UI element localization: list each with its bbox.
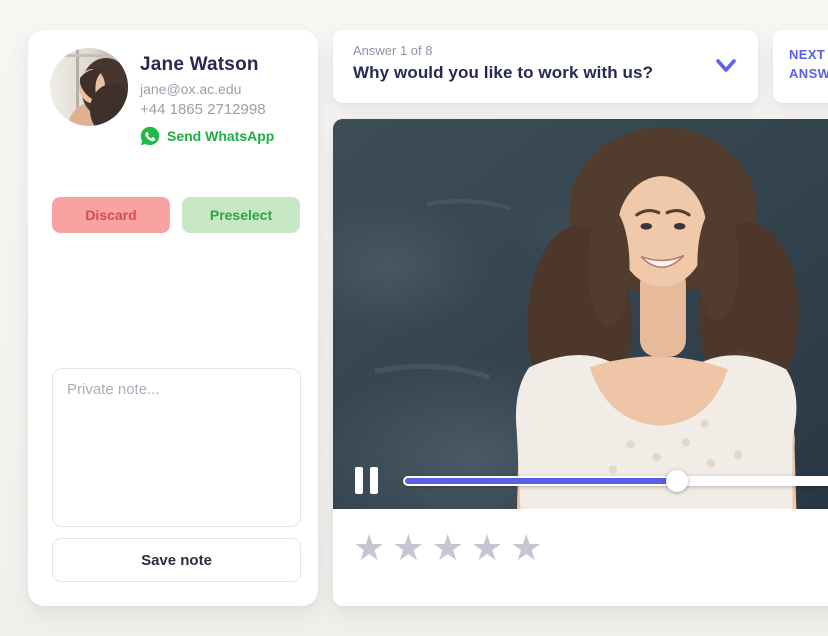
decision-buttons: Discard Preselect xyxy=(52,197,300,233)
send-whatsapp-link[interactable]: Send WhatsApp xyxy=(140,126,310,146)
save-note-button[interactable]: Save note xyxy=(52,538,301,582)
star-icon[interactable]: ★ xyxy=(432,529,464,567)
candidate-email: jane@ox.ac.edu xyxy=(140,81,310,97)
progress-bar[interactable] xyxy=(403,476,828,486)
star-icon[interactable]: ★ xyxy=(471,529,503,567)
candidate-name: Jane Watson xyxy=(140,54,310,76)
star-rating: ★★★★★ xyxy=(353,529,542,567)
pause-icon xyxy=(370,467,378,494)
pause-button[interactable] xyxy=(355,467,381,495)
star-icon[interactable]: ★ xyxy=(510,529,542,567)
video-player[interactable] xyxy=(333,119,828,509)
whatsapp-icon xyxy=(140,126,160,146)
video-card: ★★★★★ xyxy=(333,119,828,606)
next-answer-button[interactable]: NEXT ANSWER xyxy=(773,30,828,103)
discard-button[interactable]: Discard xyxy=(52,197,170,233)
question-title: Why would you like to work with us? xyxy=(353,63,653,83)
star-icon[interactable]: ★ xyxy=(392,529,424,567)
video-frame xyxy=(333,119,828,509)
question-card[interactable]: Answer 1 of 8 Why would you like to work… xyxy=(333,30,758,103)
answer-counter: Answer 1 of 8 xyxy=(353,43,433,58)
avatar xyxy=(50,48,128,126)
preselect-button[interactable]: Preselect xyxy=(182,197,300,233)
avatar-photo xyxy=(50,48,128,126)
star-icon[interactable]: ★ xyxy=(353,529,385,567)
send-whatsapp-label: Send WhatsApp xyxy=(167,128,274,144)
progress-handle[interactable] xyxy=(666,470,688,492)
candidate-card: Jane Watson jane@ox.ac.edu +44 1865 2712… xyxy=(28,30,318,606)
candidate-phone: +44 1865 2712998 xyxy=(140,101,310,118)
chevron-down-icon[interactable] xyxy=(712,54,740,78)
private-note-input[interactable] xyxy=(52,368,301,527)
progress-fill xyxy=(405,478,679,484)
pause-icon xyxy=(355,467,363,494)
next-answer-label: NEXT ANSWER xyxy=(789,45,828,83)
